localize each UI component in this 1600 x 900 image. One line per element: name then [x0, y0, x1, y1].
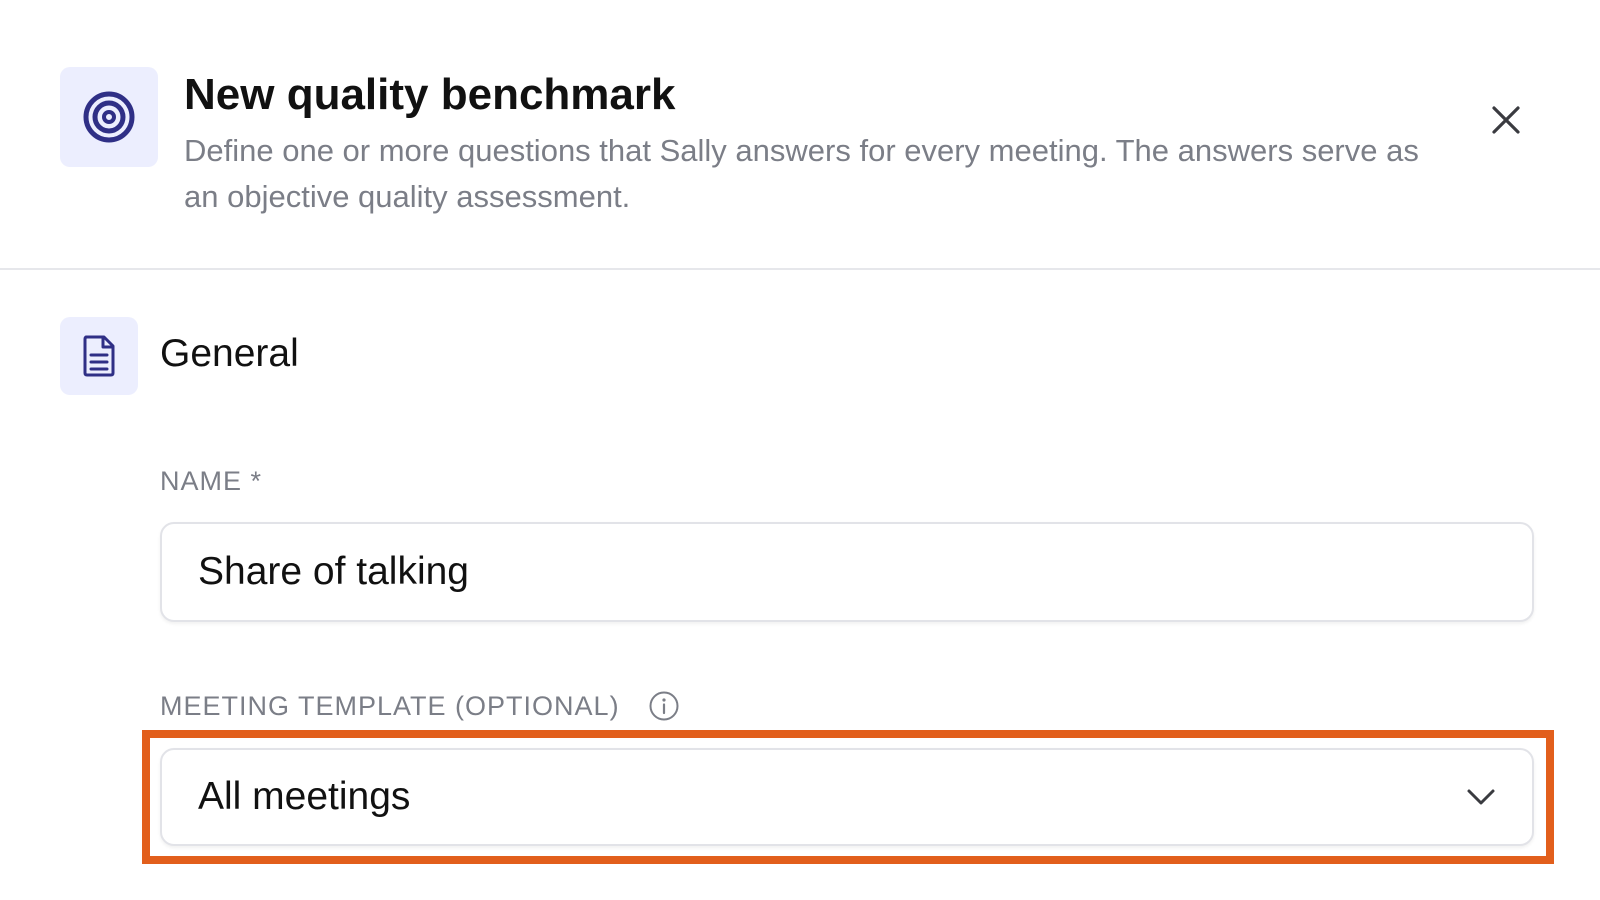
dialog-title: New quality benchmark — [184, 70, 676, 119]
name-input[interactable] — [160, 522, 1534, 622]
dialog-description: Define one or more questions that Sally … — [184, 133, 1419, 214]
document-icon — [60, 317, 138, 395]
target-icon — [60, 67, 158, 167]
meeting-template-selected-value: All meetings — [198, 775, 411, 818]
meeting-template-select[interactable]: All meetings — [160, 748, 1534, 846]
dialog-header: New quality benchmark Define one or more… — [0, 0, 1600, 270]
meeting-template-label-row: MEETING TEMPLATE (OPTIONAL) — [160, 690, 680, 722]
close-button[interactable] — [1484, 98, 1528, 142]
section-title-general: General — [160, 332, 299, 375]
close-icon — [1492, 106, 1520, 134]
chevron-down-icon — [1467, 789, 1495, 805]
info-icon[interactable] — [648, 690, 680, 722]
meeting-template-label: MEETING TEMPLATE (OPTIONAL) — [160, 690, 620, 721]
name-label: NAME * — [160, 466, 263, 496]
